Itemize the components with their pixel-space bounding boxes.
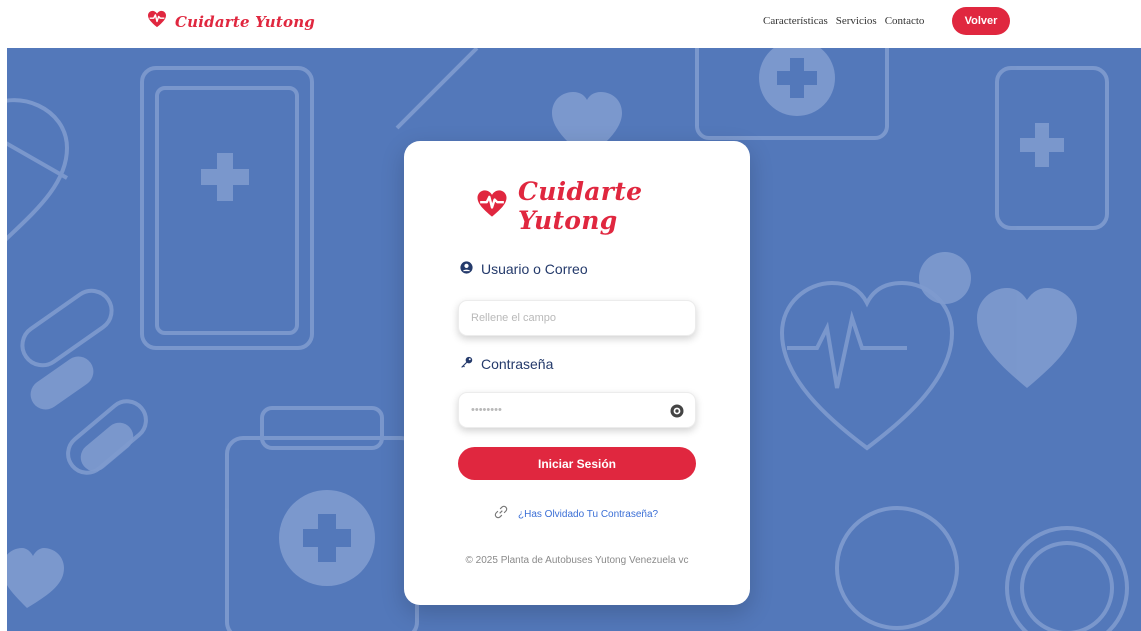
login-button[interactable]: Iniciar Sesión xyxy=(458,447,696,480)
eye-icon[interactable] xyxy=(669,403,685,419)
password-input[interactable] xyxy=(459,393,695,427)
top-navbar: Cuidarte Yutong Características Servicio… xyxy=(0,0,1141,48)
nav-link-contacto[interactable]: Contacto xyxy=(885,15,925,27)
login-brand-name: Cuidarte Yutong xyxy=(518,177,643,235)
key-icon xyxy=(460,356,473,372)
heart-pulse-icon xyxy=(147,10,167,33)
brand-name: Cuidarte Yutong xyxy=(175,12,315,31)
forgot-password-row: ¿Has Olvidado Tu Contraseña? xyxy=(494,505,658,524)
user-circle-icon xyxy=(460,261,473,277)
forgot-password-link[interactable]: ¿Has Olvidado Tu Contraseña? xyxy=(518,509,658,520)
copyright-footer: © 2025 Planta de Autobuses Yutong Venezu… xyxy=(465,555,689,566)
username-label: Usuario o Correo xyxy=(460,261,588,277)
link-icon xyxy=(494,505,508,524)
password-label-text: Contraseña xyxy=(481,356,554,372)
login-brand: Cuidarte Yutong xyxy=(476,177,750,235)
back-button[interactable]: Volver xyxy=(952,7,1010,35)
navbar-brand[interactable]: Cuidarte Yutong xyxy=(147,10,315,33)
nav-link-caracteristicas[interactable]: Características xyxy=(763,15,828,27)
username-field-wrap xyxy=(458,300,696,336)
username-label-text: Usuario o Correo xyxy=(481,261,588,277)
username-input[interactable] xyxy=(459,301,695,335)
nav-links: Características Servicios Contacto xyxy=(763,15,924,27)
nav-link-servicios[interactable]: Servicios xyxy=(836,15,877,27)
heart-pulse-icon xyxy=(476,189,508,223)
password-label: Contraseña xyxy=(460,356,553,372)
login-card: Cuidarte Yutong Usuario o Correo Contras… xyxy=(404,141,750,605)
password-field-wrap xyxy=(458,392,696,428)
